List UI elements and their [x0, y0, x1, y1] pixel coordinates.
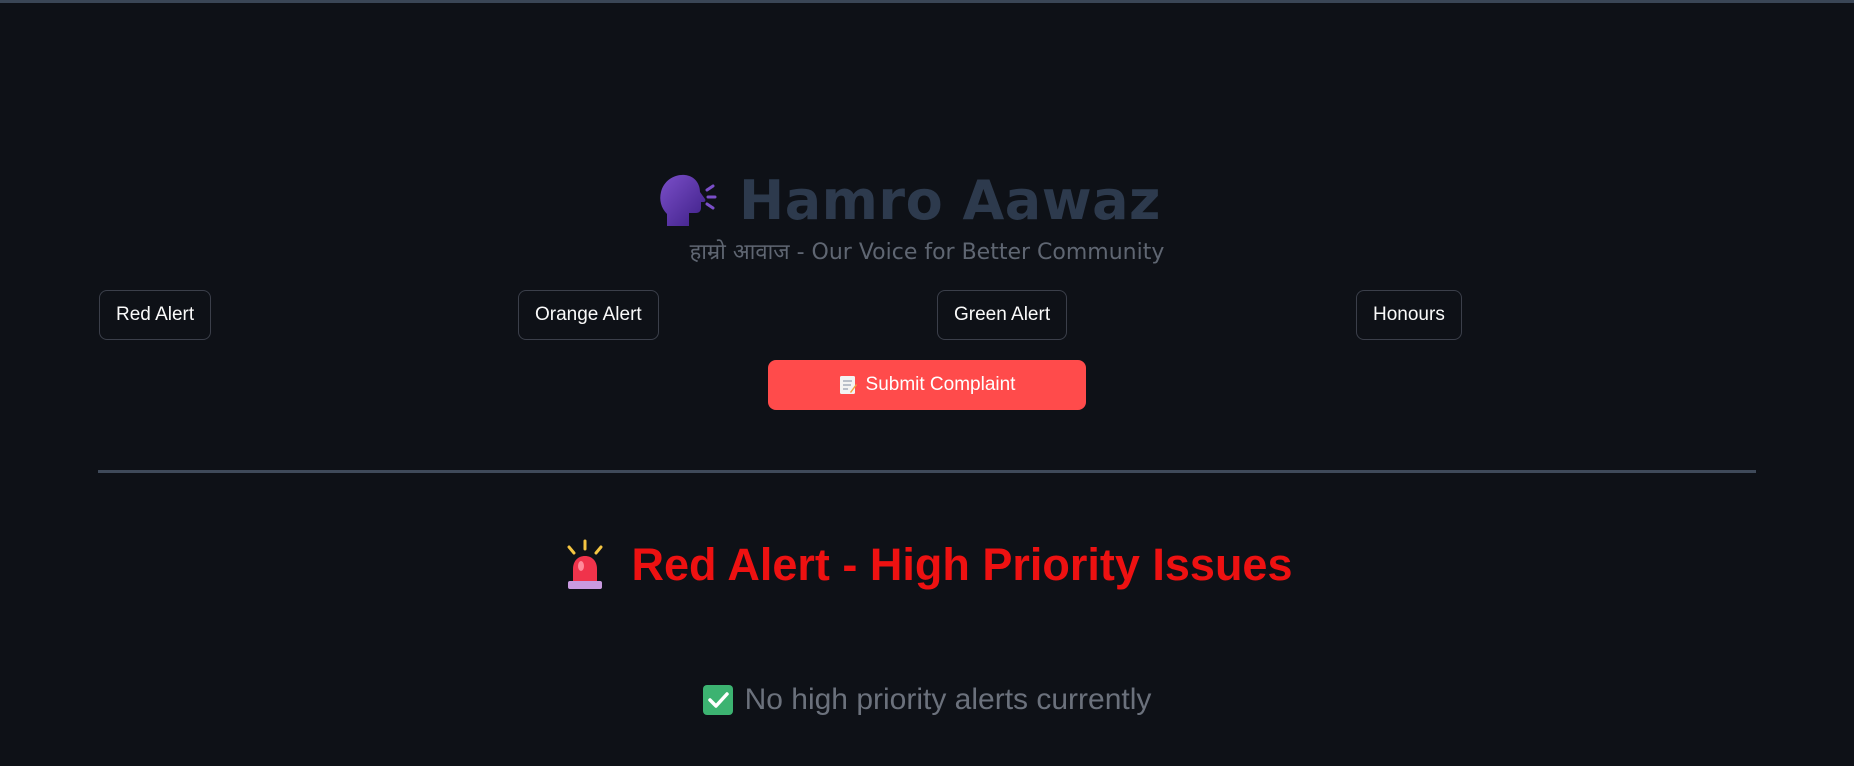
app-page: Hamro Aawaz हाम्रो आवाज - Our Voice for … — [0, 0, 1854, 766]
page-title: Hamro Aawaz — [739, 168, 1161, 232]
red-alert-heading: Red Alert - High Priority Issues — [0, 535, 1854, 595]
check-mark-icon — [702, 685, 733, 715]
page-header: Hamro Aawaz — [0, 165, 1854, 235]
section-divider — [98, 470, 1756, 473]
page-subtitle: हाम्रो आवाज - Our Voice for Better Commu… — [689, 240, 1165, 265]
status-message: No high priority alerts currently — [0, 680, 1854, 720]
status-message-text: No high priority alerts currently — [744, 683, 1152, 716]
green-alert-button[interactable]: Green Alert — [937, 290, 1068, 340]
honours-button[interactable]: Honours — [1356, 290, 1462, 340]
submit-complaint-button[interactable]: Submit Complaint — [768, 360, 1086, 410]
top-decoration-bar — [0, 0, 1854, 3]
submit-complaint-label: Submit Complaint — [865, 374, 1016, 395]
red-alert-heading-text: Red Alert - High Priority Issues — [631, 539, 1293, 590]
speaking-head-icon — [660, 174, 717, 226]
orange-alert-button[interactable]: Orange Alert — [518, 290, 659, 340]
memo-icon — [839, 376, 857, 394]
police-siren-icon — [567, 539, 602, 589]
red-alert-button[interactable]: Red Alert — [99, 290, 212, 340]
